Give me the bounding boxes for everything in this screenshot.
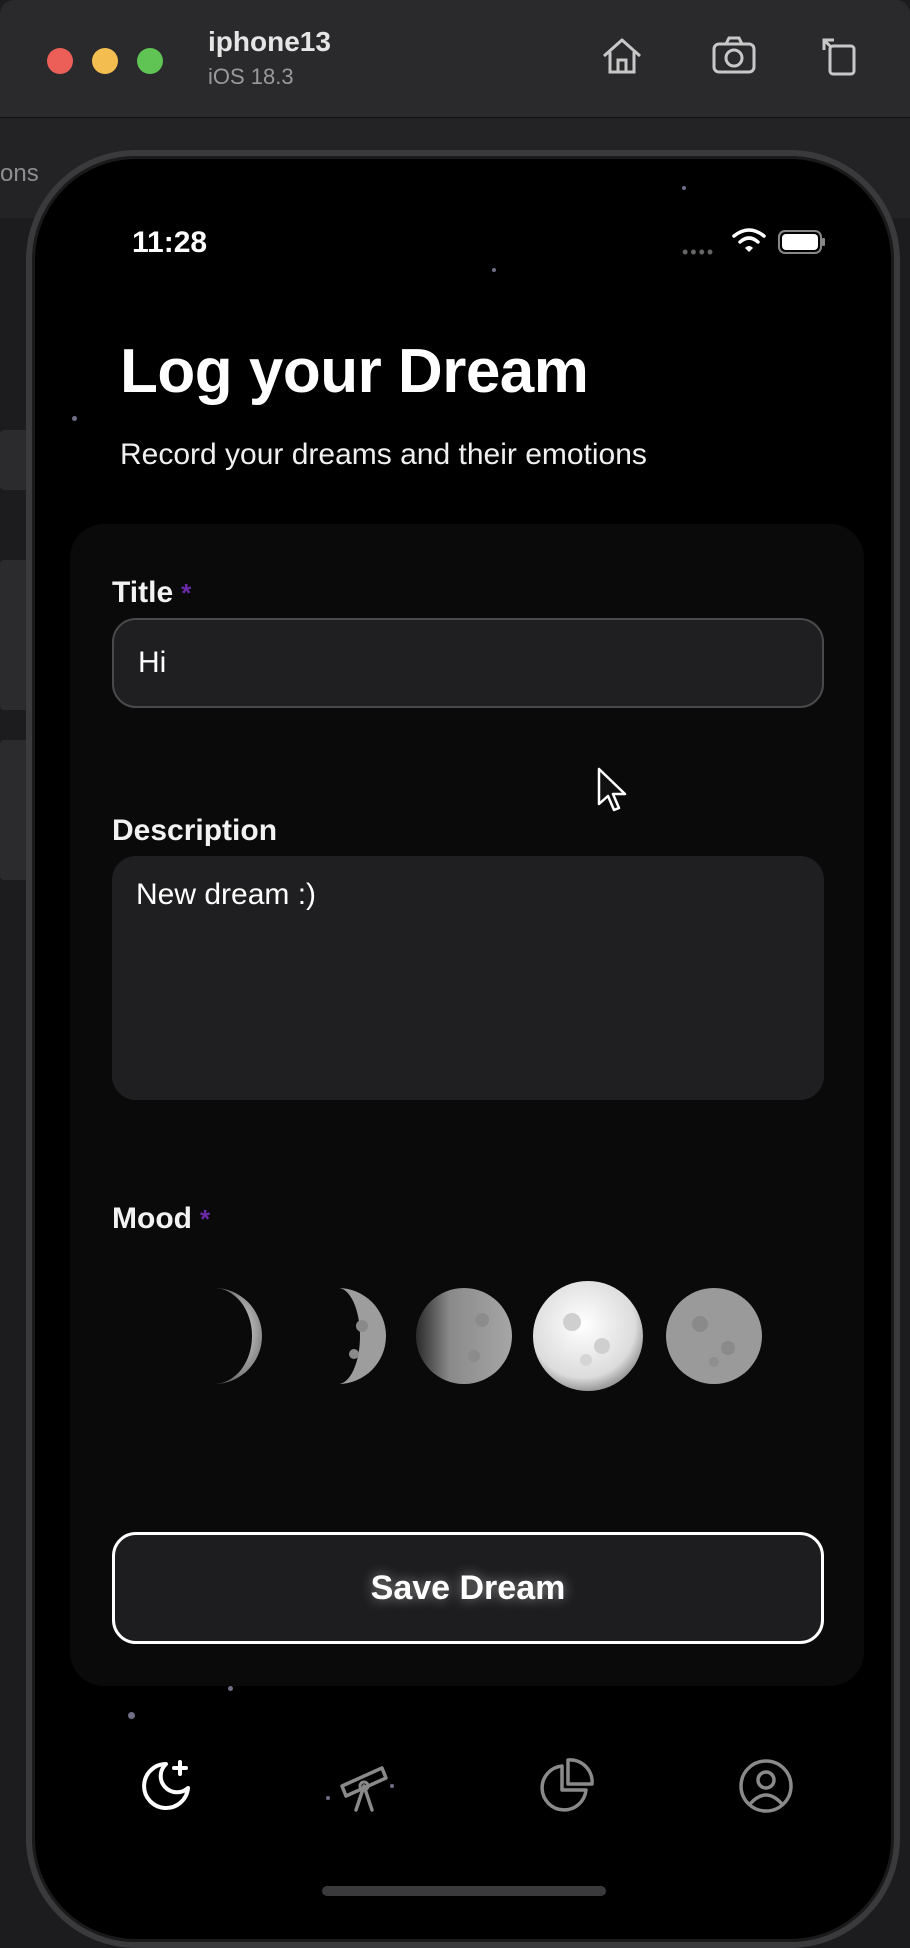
full-moon-icon[interactable]	[528, 1276, 648, 1396]
device-os-version: iOS 18.3	[208, 64, 294, 89]
pie-chart-icon[interactable]	[536, 1756, 596, 1816]
signal-dots-icon: ••••	[682, 242, 716, 262]
gibbous-moon-icon[interactable]	[404, 1276, 524, 1396]
iphone-screen: 11:28 •••• Log your Dream Record your dr…	[26, 150, 900, 1948]
mood-label: Mood *	[112, 1202, 210, 1236]
host-tab-label: ons	[0, 160, 39, 187]
zoom-window-button[interactable]	[137, 48, 163, 74]
title-label-text: Title	[112, 576, 174, 609]
title-input[interactable]: Hi	[112, 618, 824, 708]
moon-plus-icon[interactable]	[136, 1756, 196, 1816]
rotate-icon[interactable]	[816, 32, 864, 80]
star	[72, 416, 77, 421]
description-label: Description	[112, 814, 278, 847]
star	[682, 186, 686, 190]
close-window-button[interactable]	[47, 48, 73, 74]
required-mark: *	[181, 578, 192, 608]
full-moon-icon[interactable]	[654, 1276, 774, 1396]
save-dream-button[interactable]: Save Dream	[112, 1532, 824, 1644]
star	[228, 1686, 233, 1691]
person-circle-icon[interactable]	[736, 1756, 796, 1816]
page-title: Log your Dream	[120, 337, 589, 406]
title-label: Title *	[112, 576, 191, 610]
page-subtitle: Record your dreams and their emotions	[120, 438, 647, 471]
minimize-window-button[interactable]	[92, 48, 118, 74]
telescope-icon[interactable]	[336, 1756, 396, 1816]
status-time: 11:28	[132, 226, 208, 259]
home-icon[interactable]	[598, 32, 646, 80]
star	[492, 268, 496, 272]
battery-icon	[778, 230, 825, 254]
device-name: iphone13	[208, 26, 331, 57]
wifi-icon	[732, 228, 766, 252]
tab-bar	[32, 1756, 894, 1846]
mood-label-text: Mood	[112, 1202, 192, 1235]
half-moon-icon[interactable]	[278, 1276, 398, 1396]
description-textarea[interactable]: New dream :)	[112, 856, 824, 1100]
mouse-cursor-icon	[597, 767, 627, 812]
crescent-moon-icon[interactable]	[152, 1276, 272, 1396]
required-mark: *	[199, 1204, 211, 1234]
home-indicator	[322, 1886, 606, 1896]
simulator-titlebar: iphone13 iOS 18.3	[0, 0, 910, 118]
star	[128, 1712, 135, 1719]
screenshot-icon[interactable]	[710, 32, 758, 80]
mood-selector	[152, 1276, 792, 1396]
